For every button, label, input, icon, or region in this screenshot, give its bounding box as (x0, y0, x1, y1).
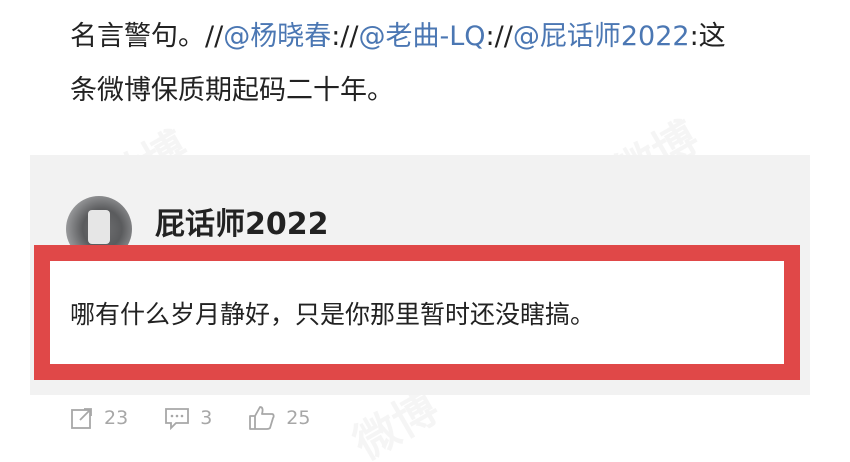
weibo-post-screenshot: 微博 微博 微博 微博 微博 名言警句。//@杨晓春://@老曲-LQ://@屁… (0, 0, 850, 462)
share-count: 23 (104, 407, 129, 429)
share-button[interactable]: 23 (70, 406, 128, 430)
like-button[interactable]: 25 (248, 405, 310, 431)
like-count: 25 (286, 407, 311, 429)
repost-separator: :// (331, 21, 359, 52)
comment-count: 3 (200, 407, 213, 429)
comment-icon (165, 408, 190, 430)
post-body: 名言警句。//@杨晓春://@老曲-LQ://@屁话师2022:这 条微博保质期… (70, 10, 810, 118)
action-bar: 23 3 25 (70, 405, 346, 431)
reposted-comment-text: 哪有什么岁月静好，只是你那里暂时还没瞎搞。 (70, 300, 596, 329)
repost-separator: :// (485, 21, 513, 52)
post-text-suffix: :这 (689, 21, 726, 52)
post-text-prefix: 名言警句。// (70, 21, 224, 52)
reposted-author-name[interactable]: 屁话师2022 (155, 205, 329, 245)
comment-button[interactable]: 3 (164, 406, 212, 430)
mention-link[interactable]: @老曲-LQ (359, 21, 486, 52)
post-text-line2: 条微博保质期起码二十年。 (70, 75, 394, 106)
mention-link[interactable]: @杨晓春 (223, 21, 331, 52)
share-icon (71, 408, 92, 429)
mention-link[interactable]: @屁话师2022 (513, 21, 690, 52)
like-icon (249, 406, 275, 430)
